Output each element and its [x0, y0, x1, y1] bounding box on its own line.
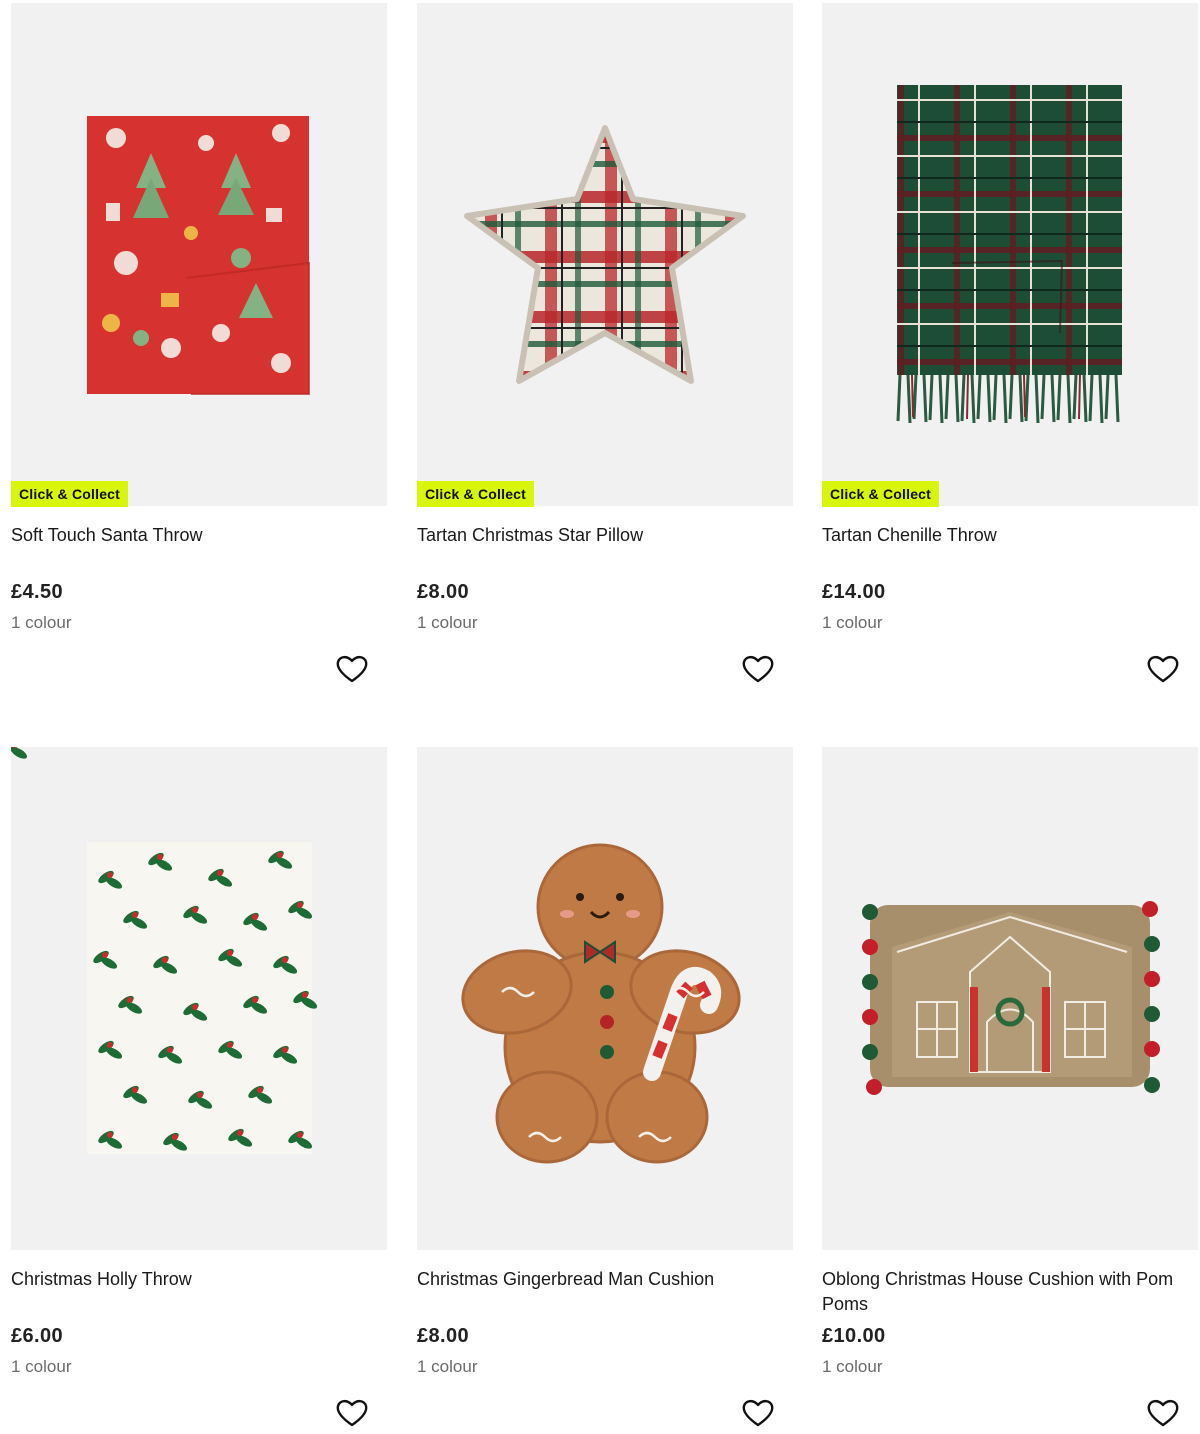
product-card[interactable]: Click & Collect Soft Touch Santa Throw £… — [11, 3, 387, 693]
wishlist-button[interactable] — [1146, 1397, 1180, 1429]
product-image[interactable] — [417, 3, 793, 506]
product-name[interactable]: Christmas Gingerbread Man Cushion — [417, 1267, 793, 1292]
wishlist-button[interactable] — [1146, 653, 1180, 685]
wishlist-button[interactable] — [335, 1397, 369, 1429]
heart-outline-icon — [336, 1399, 368, 1427]
product-image[interactable] — [822, 747, 1198, 1250]
colour-count: 1 colour — [11, 1357, 72, 1376]
click-collect-badge: Click & Collect — [417, 481, 535, 507]
heart-outline-icon — [742, 655, 774, 683]
product-price: £4.50 — [11, 581, 64, 603]
colour-count: 1 colour — [822, 613, 883, 632]
product-price: £10.00 — [822, 1325, 886, 1347]
wishlist-button[interactable] — [741, 1397, 775, 1429]
product-name[interactable]: Tartan Chenille Throw — [822, 523, 1198, 548]
product-card[interactable]: Click & Collect Tartan Chenille Throw £1… — [822, 3, 1198, 693]
colour-count: 1 colour — [822, 1357, 883, 1376]
wishlist-button[interactable] — [335, 653, 369, 685]
product-card[interactable]: Christmas Holly Throw £6.00 1 colour — [11, 747, 387, 1432]
product-card[interactable]: Oblong Christmas House Cushion with Pom … — [822, 747, 1198, 1432]
colour-count: 1 colour — [417, 1357, 478, 1376]
heart-outline-icon — [336, 655, 368, 683]
heart-outline-icon — [742, 1399, 774, 1427]
product-image[interactable] — [822, 3, 1198, 506]
product-image[interactable] — [417, 747, 793, 1250]
product-name[interactable]: Soft Touch Santa Throw — [11, 523, 387, 548]
wishlist-button[interactable] — [741, 653, 775, 685]
product-price: £8.00 — [417, 581, 470, 603]
product-image[interactable] — [11, 747, 387, 1250]
heart-outline-icon — [1147, 655, 1179, 683]
product-price: £14.00 — [822, 581, 886, 603]
heart-outline-icon — [1147, 1399, 1179, 1427]
colour-count: 1 colour — [417, 613, 478, 632]
product-image[interactable] — [11, 3, 387, 506]
colour-count: 1 colour — [11, 613, 72, 632]
product-card[interactable]: Christmas Gingerbread Man Cushion £8.00 … — [417, 747, 793, 1432]
product-price: £8.00 — [417, 1325, 470, 1347]
product-name[interactable]: Tartan Christmas Star Pillow — [417, 523, 793, 548]
product-name[interactable]: Christmas Holly Throw — [11, 1267, 387, 1292]
product-price: £6.00 — [11, 1325, 64, 1347]
click-collect-badge: Click & Collect — [11, 481, 129, 507]
product-name[interactable]: Oblong Christmas House Cushion with Pom … — [822, 1267, 1198, 1317]
product-card[interactable]: Click & Collect Tartan Christmas Star Pi… — [417, 3, 793, 693]
click-collect-badge: Click & Collect — [822, 481, 940, 507]
